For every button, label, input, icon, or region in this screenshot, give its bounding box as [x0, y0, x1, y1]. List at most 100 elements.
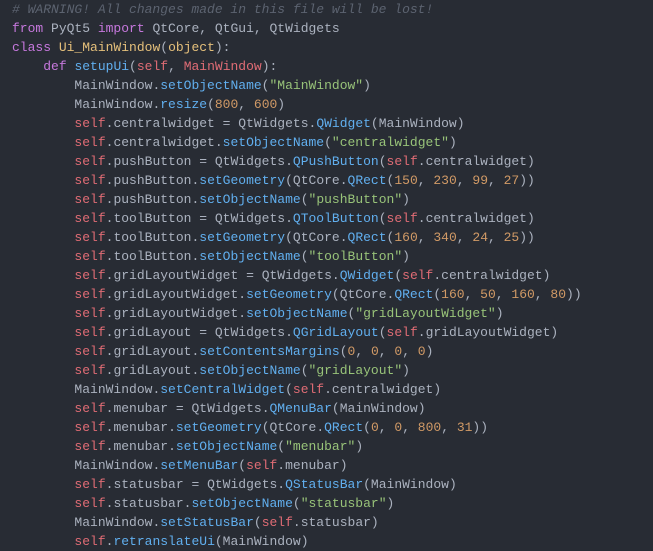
code-token: MainWindow: [184, 59, 262, 74]
code-line[interactable]: self.gridLayout = QtWidgets.QGridLayout(…: [12, 323, 641, 342]
code-token: ,: [379, 420, 395, 435]
code-line[interactable]: self.menubar = QtWidgets.QMenuBar(MainWi…: [12, 399, 641, 418]
code-token: 25: [504, 230, 520, 245]
code-token: setupUi: [74, 59, 129, 74]
code-line[interactable]: self.gridLayout.setContentsMargins(0, 0,…: [12, 342, 641, 361]
code-line[interactable]: self.statusbar = QtWidgets.QStatusBar(Ma…: [12, 475, 641, 494]
code-token: (: [324, 135, 332, 150]
code-token: ,: [254, 21, 262, 36]
code-token: .: [332, 268, 340, 283]
code-line[interactable]: self.toolButton.setGeometry(QtCore.QRect…: [12, 228, 641, 247]
code-token: .: [262, 401, 270, 416]
code-token: =: [246, 268, 254, 283]
code-token: .centralwidget): [433, 268, 550, 283]
code-token: QWidget: [340, 268, 395, 283]
code-line[interactable]: self.gridLayoutWidget.setObjectName("gri…: [12, 304, 641, 323]
code-token: QtWidgets: [262, 21, 340, 36]
code-token: import: [98, 21, 145, 36]
code-token: ): [449, 135, 457, 150]
code-token: MainWindow: [74, 382, 152, 397]
code-token: (MainWindow): [215, 534, 309, 549]
code-line[interactable]: self.centralwidget = QtWidgets.QWidget(M…: [12, 114, 641, 133]
code-token: QGridLayout: [293, 325, 379, 340]
code-token: ,: [379, 344, 395, 359]
code-token: .toolButton: [106, 230, 192, 245]
code-token: 24: [472, 230, 488, 245]
code-line[interactable]: self.menubar.setGeometry(QtCore.QRect(0,…: [12, 418, 641, 437]
code-token: self: [74, 173, 105, 188]
code-token: retranslateUi: [113, 534, 214, 549]
code-token: .gridLayoutWidget: [106, 287, 239, 302]
code-token: setStatusBar: [160, 515, 254, 530]
code-token: ,: [168, 59, 184, 74]
code-line[interactable]: # WARNING! All changes made in this file…: [12, 0, 641, 19]
code-line[interactable]: MainWindow.setCentralWidget(self.central…: [12, 380, 641, 399]
code-line[interactable]: self.pushButton.setObjectName("pushButto…: [12, 190, 641, 209]
code-token: (MainWindow): [332, 401, 426, 416]
code-token: QPushButton: [293, 154, 379, 169]
code-token: class: [12, 40, 51, 55]
code-token: self: [74, 325, 105, 340]
code-token: =: [199, 154, 207, 169]
code-token: ): [363, 78, 371, 93]
code-token: QRect: [324, 420, 363, 435]
code-line[interactable]: self.toolButton.setObjectName("toolButto…: [12, 247, 641, 266]
code-line[interactable]: self.retranslateUi(MainWindow): [12, 532, 641, 551]
code-line[interactable]: def setupUi(self, MainWindow):: [12, 57, 641, 76]
code-token: setGeometry: [176, 420, 262, 435]
code-token: QtWidgets: [230, 116, 308, 131]
code-token: ,: [457, 173, 473, 188]
code-token: 160: [394, 230, 417, 245]
code-token: 160: [441, 287, 464, 302]
code-line[interactable]: self.gridLayout.setObjectName("gridLayou…: [12, 361, 641, 380]
code-token: .toolButton: [106, 249, 192, 264]
code-line[interactable]: self.centralwidget.setObjectName("centra…: [12, 133, 641, 152]
code-token: self: [74, 363, 105, 378]
code-token: 31: [457, 420, 473, 435]
code-token: ,: [457, 230, 473, 245]
code-line[interactable]: MainWindow.setObjectName("MainWindow"): [12, 76, 641, 95]
code-token: .: [340, 173, 348, 188]
code-token: (: [277, 439, 285, 454]
code-line[interactable]: MainWindow.setStatusBar(self.statusbar): [12, 513, 641, 532]
code-line[interactable]: MainWindow.setMenuBar(self.menubar): [12, 456, 641, 475]
code-line[interactable]: MainWindow.resize(800, 600): [12, 95, 641, 114]
code-token: ): [402, 363, 410, 378]
code-line[interactable]: self.pushButton = QtWidgets.QPushButton(…: [12, 152, 641, 171]
code-token: .statusbar: [106, 496, 184, 511]
code-token: (: [238, 458, 246, 473]
code-token: .statusbar: [106, 477, 192, 492]
code-token: self: [74, 249, 105, 264]
code-token: ,: [355, 344, 371, 359]
code-token: ): [277, 97, 285, 112]
code-token: self: [74, 420, 105, 435]
code-token: )): [472, 420, 488, 435]
code-line[interactable]: self.statusbar.setObjectName("statusbar"…: [12, 494, 641, 513]
code-token: ,: [402, 344, 418, 359]
code-token: 160: [511, 287, 534, 302]
code-token: setObjectName: [199, 363, 300, 378]
code-line[interactable]: self.menubar.setObjectName("menubar"): [12, 437, 641, 456]
code-token: .: [285, 325, 293, 340]
code-line[interactable]: self.toolButton = QtWidgets.QToolButton(…: [12, 209, 641, 228]
code-token: QRect: [348, 230, 387, 245]
code-token: .: [238, 287, 246, 302]
code-token: ,: [488, 230, 504, 245]
code-token: ,: [496, 287, 512, 302]
code-token: QtCore: [145, 21, 200, 36]
code-token: (: [293, 496, 301, 511]
code-token: self: [293, 382, 324, 397]
code-token: QtGui: [207, 21, 254, 36]
code-token: QtWidgets: [254, 268, 332, 283]
code-token: )): [519, 173, 535, 188]
code-token: resize: [160, 97, 207, 112]
code-line[interactable]: from PyQt5 import QtCore, QtGui, QtWidge…: [12, 19, 641, 38]
code-token: (: [394, 268, 402, 283]
code-line[interactable]: self.gridLayoutWidget.setGeometry(QtCore…: [12, 285, 641, 304]
code-line[interactable]: self.pushButton.setGeometry(QtCore.QRect…: [12, 171, 641, 190]
code-line[interactable]: self.gridLayoutWidget = QtWidgets.QWidge…: [12, 266, 641, 285]
code-editor[interactable]: # WARNING! All changes made in this file…: [0, 0, 653, 551]
code-line[interactable]: class Ui_MainWindow(object):: [12, 38, 641, 57]
code-token: self: [137, 59, 168, 74]
code-token: setObjectName: [176, 439, 277, 454]
